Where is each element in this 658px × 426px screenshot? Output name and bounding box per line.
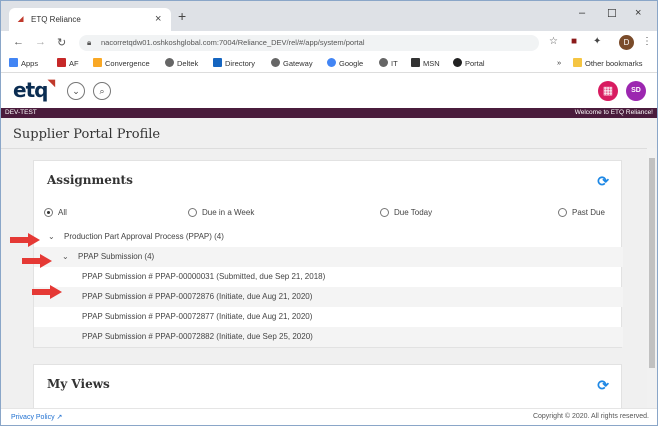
privacy-policy-link[interactable]: Privacy Policy ↗ [11, 413, 62, 421]
my-views-card: My Views ⟳ [33, 364, 622, 408]
refresh-icon[interactable]: ⟳ [597, 377, 609, 394]
filter-due-week-radio[interactable]: Due in a Week [188, 208, 254, 217]
my-views-title: My Views [47, 377, 110, 391]
list-item[interactable]: PPAP Submission # PPAP-00072877 (Initiat… [34, 307, 623, 327]
filter-due-today-radio[interactable]: Due Today [380, 208, 432, 217]
bookmark-apps[interactable]: Apps [9, 58, 38, 68]
environment-bar: DEV-TEST Welcome to ETQ Reliance! [1, 108, 657, 118]
assignment-link[interactable]: PPAP Submission # PPAP-00072876 (Initiat… [82, 292, 312, 301]
lock-icon: 🔒︎ [87, 38, 92, 47]
chevron-down-icon[interactable]: ⌄ [67, 82, 85, 100]
assignments-title: Assignments [47, 173, 133, 187]
browser-tab[interactable]: ◢ ETQ Reliance × [9, 8, 171, 31]
subgroup-row-ppap-submission[interactable]: ⌄ PPAP Submission (4) [34, 247, 623, 267]
globe-icon [379, 58, 388, 67]
user-avatar[interactable]: SD [626, 81, 646, 101]
new-tab-button[interactable]: + [178, 9, 186, 23]
divider [1, 148, 647, 149]
extensions-puzzle-icon[interactable]: ✦ [593, 36, 601, 47]
radio-icon [558, 208, 567, 217]
annotation-arrow-icon [22, 254, 52, 268]
portal-icon [453, 58, 462, 67]
bookmark-it[interactable]: IT [379, 58, 398, 68]
bookmark-portal[interactable]: Portal [453, 58, 485, 68]
other-bookmarks[interactable]: Other bookmarks [573, 58, 643, 68]
filter-all-radio[interactable]: All [44, 208, 67, 217]
maximize-button[interactable]: ☐ [607, 7, 617, 20]
annotation-arrow-icon [10, 233, 40, 247]
group-row-ppap[interactable]: ⌄ Production Part Approval Process (PPAP… [34, 227, 623, 247]
refresh-icon[interactable]: ⟳ [597, 173, 609, 190]
list-item[interactable]: PPAP Submission # PPAP-00072882 (Initiat… [34, 327, 623, 347]
tab-close-icon[interactable]: × [155, 13, 161, 25]
external-link-icon: ↗ [56, 414, 63, 421]
browser-tab-bar: ◢ ETQ Reliance × + – ☐ × [1, 1, 657, 31]
tab-title: ETQ Reliance [31, 15, 81, 24]
bookmark-gateway[interactable]: Gateway [271, 58, 313, 68]
subgroup-label: PPAP Submission (4) [78, 252, 155, 261]
assignments-card: Assignments ⟳ All Due in a Week Due Toda… [33, 160, 623, 348]
welcome-text: Welcome to ETQ Reliance! [574, 109, 653, 116]
bookmark-af[interactable]: AF [57, 58, 79, 68]
bookmark-convergence[interactable]: Convergence [93, 58, 150, 68]
search-icon[interactable]: ⌕ [93, 82, 111, 100]
list-item[interactable]: PPAP Submission # PPAP-00072876 (Initiat… [34, 287, 623, 307]
apps-grid-icon [9, 58, 18, 67]
address-bar[interactable]: 🔒︎ nacorretqdw01.oshkoshglobal.com:7004/… [79, 35, 539, 51]
scrollbar-thumb[interactable] [649, 158, 655, 368]
directory-icon [213, 58, 222, 67]
google-icon [327, 58, 336, 67]
group-label: Production Part Approval Process (PPAP) … [64, 232, 224, 241]
app-header: etq◥ ⌄ ⌕ ▦ SD [1, 74, 657, 108]
filter-past-due-radio[interactable]: Past Due [558, 208, 605, 217]
bookmark-deltek[interactable]: Deltek [165, 58, 198, 68]
profile-avatar[interactable]: D [619, 35, 634, 50]
logo-mark-icon: ◥ [47, 78, 55, 89]
bookmarks-overflow-button[interactable]: » [557, 58, 561, 67]
chevron-down-icon: ⌄ [62, 252, 69, 261]
browser-toolbar: ← → ↻ 🔒︎ nacorretqdw01.oshkoshglobal.com… [1, 31, 657, 55]
globe-icon [271, 58, 280, 67]
msn-icon [411, 58, 420, 67]
close-window-button[interactable]: × [635, 7, 641, 19]
radio-icon [380, 208, 389, 217]
copyright-text: Copyright © 2020. All rights reserved. [532, 413, 649, 420]
etq-favicon-icon: ◢ [18, 16, 24, 23]
apps-grid-button[interactable]: ▦ [598, 81, 618, 101]
assignment-link[interactable]: PPAP Submission # PPAP-00072877 (Initiat… [82, 312, 312, 321]
browser-menu-icon[interactable]: ⋮ [642, 36, 652, 47]
page-footer: Privacy Policy ↗ Copyright © 2020. All r… [1, 408, 657, 425]
list-item[interactable]: PPAP Submission # PPAP-00000031 (Submitt… [34, 267, 623, 287]
convergence-icon [93, 58, 102, 67]
radio-icon [188, 208, 197, 217]
bookmark-star-icon[interactable]: ☆ [549, 36, 558, 47]
globe-icon [165, 58, 174, 67]
environment-label: DEV-TEST [5, 109, 37, 116]
forward-arrow-icon[interactable]: → [35, 36, 46, 48]
url-text: nacorretqdw01.oshkoshglobal.com:7004/Rel… [101, 38, 365, 47]
page-title: Supplier Portal Profile [13, 127, 161, 142]
bookmarks-bar: Apps AF Convergence Deltek Directory Gat… [1, 55, 657, 73]
radio-selected-icon [44, 208, 53, 217]
bookmark-directory[interactable]: Directory [213, 58, 255, 68]
af-icon [57, 58, 66, 67]
back-arrow-icon[interactable]: ← [13, 36, 24, 48]
etq-logo[interactable]: etq◥ [13, 78, 55, 102]
page-content: Supplier Portal Profile Assignments ⟳ Al… [1, 118, 657, 408]
folder-icon [573, 58, 582, 67]
bookmark-msn[interactable]: MSN [411, 58, 440, 68]
assignment-link[interactable]: PPAP Submission # PPAP-00072882 (Initiat… [82, 332, 313, 341]
bookmark-google[interactable]: Google [327, 58, 363, 68]
reload-icon[interactable]: ↻ [57, 36, 66, 49]
assignment-link[interactable]: PPAP Submission # PPAP-00000031 (Submitt… [82, 272, 325, 281]
extension-pdf-icon[interactable]: ■ [571, 36, 577, 47]
annotation-arrow-icon [32, 285, 62, 299]
chevron-down-icon: ⌄ [48, 232, 55, 241]
minimize-button[interactable]: – [579, 7, 585, 19]
